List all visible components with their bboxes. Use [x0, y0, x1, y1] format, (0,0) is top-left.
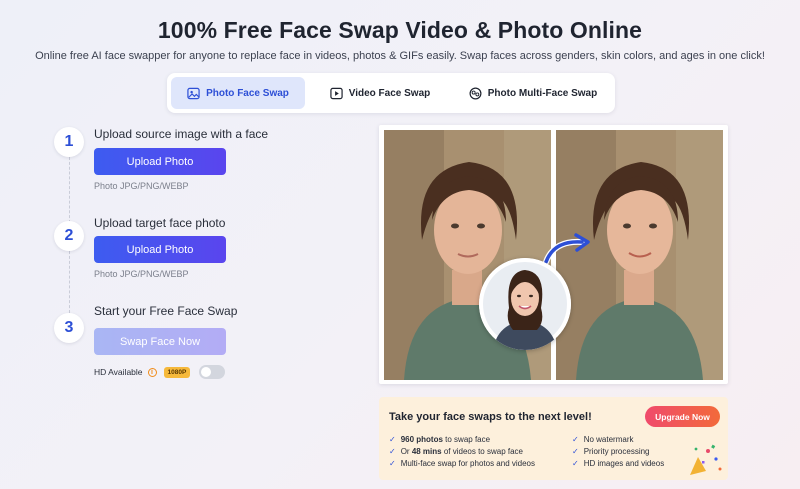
confetti-icon	[690, 444, 722, 475]
check-icon: ✓	[389, 447, 396, 456]
step-number-3: 3	[54, 313, 84, 343]
tab-video-face-swap[interactable]: Video Face Swap	[311, 77, 449, 109]
step-1-title: Upload source image with a face	[94, 127, 269, 141]
feature-item: ✓ HD images and videos	[572, 459, 665, 468]
upload-target-button[interactable]: Upload Photo	[94, 236, 226, 263]
tab-photo-multi-face-swap[interactable]: Photo Multi-Face Swap	[455, 77, 611, 109]
multi-face-icon	[469, 87, 482, 99]
tab-label: Photo Multi-Face Swap	[487, 87, 598, 99]
feature-item: ✓ Or 48 mins of videos to swap face	[389, 447, 523, 456]
upgrade-title: Take your face swaps to the next level!	[389, 411, 592, 423]
feature-item: ✓ 960 photos to swap face	[389, 435, 491, 444]
step-2-title: Upload target face photo	[94, 216, 226, 230]
feature-item: ✓ No watermark	[572, 435, 634, 444]
upgrade-panel: Take your face swaps to the next level! …	[379, 397, 728, 480]
hd-label: HD Available	[94, 367, 143, 377]
swap-face-now-button[interactable]: Swap Face Now	[94, 328, 226, 355]
target-face-avatar	[479, 258, 571, 350]
target-formats: Photo JPG/PNG/WEBP	[94, 269, 189, 279]
info-icon[interactable]: i	[147, 367, 157, 377]
upgrade-now-button[interactable]: Upgrade Now	[645, 406, 720, 427]
check-icon: ✓	[572, 447, 579, 456]
page-title: 100% Free Face Swap Video & Photo Online	[157, 17, 643, 43]
tab-photo-face-swap[interactable]: Photo Face Swap	[171, 77, 305, 109]
check-icon: ✓	[572, 459, 579, 468]
upload-source-button[interactable]: Upload Photo	[94, 148, 226, 175]
check-icon: ✓	[389, 435, 396, 444]
step-connector	[69, 251, 70, 313]
check-icon: ✓	[389, 459, 396, 468]
step-number-2: 2	[54, 221, 84, 251]
feature-item: ✓ Multi-face swap for photos and videos	[389, 459, 535, 468]
hd-toggle[interactable]	[199, 365, 226, 379]
step-3-title: Start your Free Face Swap	[94, 304, 238, 318]
step-number-1: 1	[54, 127, 84, 157]
source-formats: Photo JPG/PNG/WEBP	[94, 181, 189, 191]
mode-tabs: Photo Face Swap Video Face Swap Photo Mu…	[167, 73, 615, 113]
swap-arrow-icon	[543, 233, 590, 265]
tab-label: Video Face Swap	[348, 87, 431, 99]
video-icon	[330, 87, 343, 99]
feature-item: ✓ Priority processing	[572, 447, 650, 456]
hd-badge: 1080P	[163, 366, 191, 378]
step-connector	[69, 157, 70, 223]
tab-label: Photo Face Swap	[206, 87, 289, 99]
page-subtitle: Online free AI face swapper for anyone t…	[35, 50, 765, 62]
image-icon	[187, 87, 200, 99]
hd-option: HD Available i 1080P	[94, 365, 226, 379]
check-icon: ✓	[572, 435, 579, 444]
